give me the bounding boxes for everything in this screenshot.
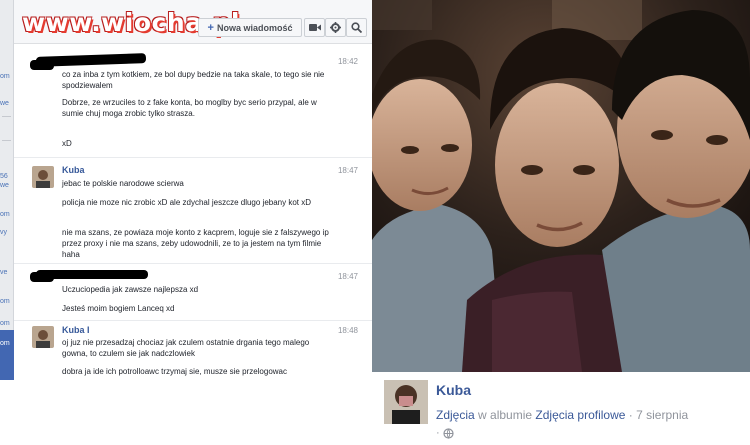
selfie-image	[372, 0, 750, 372]
profile-photo[interactable]	[372, 0, 750, 372]
sidebar-strip-label[interactable]: vy	[0, 228, 14, 237]
message-group: 18:47 Uczuciopedia jak zawsze najlepsza …	[14, 267, 372, 317]
sidebar-strip-active[interactable]: om	[0, 330, 14, 380]
sidebar-strip-label[interactable]: om	[0, 297, 14, 306]
avatar[interactable]	[32, 166, 54, 188]
sidebar-strip-label[interactable]: om	[0, 210, 14, 219]
search-button[interactable]	[346, 18, 367, 37]
gear-icon	[330, 22, 341, 33]
message-sender[interactable]: Kuba	[62, 165, 85, 175]
photo-meta: ·	[436, 427, 454, 439]
meta-separator: ·	[436, 427, 440, 439]
sidebar-strip-label[interactable]: om	[0, 72, 14, 81]
divider	[14, 157, 372, 158]
message-text: oj juz nie przesadzaj chociaz jak czulem…	[62, 338, 310, 358]
message-time: 18:42	[337, 57, 358, 66]
message-group: Kuba 18:47 jebac te polskie narodowe sci…	[14, 162, 372, 262]
message-time: 18:47	[337, 166, 358, 175]
message-list: 18:42 co za inba z tym kotkiem, ze bol d…	[14, 44, 372, 380]
sidebar-strip-label[interactable]: ve	[0, 268, 14, 277]
avatar[interactable]	[384, 380, 428, 424]
sidebar-strip-label[interactable]: 56	[0, 172, 14, 181]
chat-panel: om we 56 we om vy ve om om om www.wiocha…	[0, 0, 372, 380]
new-message-label: Nowa wiadomość	[216, 22, 293, 33]
photo-date[interactable]: · 7 sierpnia	[629, 408, 688, 422]
message-text: policja nie moze nic zrobic xD ale zdych…	[62, 198, 312, 207]
avatar[interactable]	[32, 326, 54, 348]
message-group: 18:42 co za inba z tym kotkiem, ze bol d…	[14, 52, 372, 152]
message-group: Kuba I 18:48 oj juz nie przesadzaj choci…	[14, 323, 372, 380]
in-album-text: w albumie	[478, 408, 533, 422]
video-camera-icon	[308, 24, 321, 31]
message-text: jebac te polskie narodowe scierwa	[62, 179, 184, 188]
message-time: 18:47	[337, 272, 358, 281]
message-text: nie ma szans, ze powiaza moje konto z ka…	[62, 228, 329, 259]
message-text: Uczuciopedia jak zawsze najlepsza xd	[62, 285, 199, 294]
settings-button[interactable]	[325, 18, 346, 37]
photo-info: Kuba Zdjęcia w albumie Zdjęcia profilowe…	[380, 372, 750, 445]
message-text: xD	[62, 139, 72, 148]
divider	[14, 263, 372, 264]
sidebar-strip: om we 56 we om vy ve om om om	[0, 0, 14, 380]
new-message-button[interactable]: + Nowa wiadomość	[198, 18, 302, 37]
chat-toolbar: www.wiocha.pl + Nowa wiadomość	[14, 0, 372, 44]
message-text: dobra ja ide ich potrolloawc trzymaj sie…	[62, 367, 287, 376]
redacted-sender	[36, 270, 148, 279]
album-link[interactable]: Zdjęcia profilowe	[535, 408, 625, 422]
message-text: Jesteś moim bogiem Lanceq xd	[62, 304, 175, 313]
profile-name[interactable]: Kuba	[436, 382, 471, 398]
divider	[2, 140, 11, 141]
photo-album-line: Zdjęcia w albumie Zdjęcia profilowe · 7 …	[436, 408, 688, 422]
plus-icon: +	[207, 21, 214, 34]
sidebar-strip-label[interactable]: we	[0, 181, 14, 190]
sidebar-strip-label: om	[0, 340, 10, 347]
globe-icon[interactable]	[443, 427, 454, 439]
message-time: 18:48	[337, 326, 358, 335]
message-sender[interactable]: Kuba I	[62, 325, 90, 335]
message-text: co za inba z tym kotkiem, ze bol dupy be…	[62, 70, 325, 90]
sidebar-strip-label[interactable]: om	[0, 319, 14, 328]
sidebar-strip-label[interactable]: we	[0, 99, 14, 108]
video-call-button[interactable]	[304, 18, 325, 37]
photos-link[interactable]: Zdjęcia	[436, 408, 475, 422]
message-text: Dobrze, ze wrzuciles to z fake konta, bo…	[62, 98, 317, 118]
divider	[2, 116, 11, 117]
search-icon	[351, 22, 362, 33]
divider	[14, 320, 372, 321]
